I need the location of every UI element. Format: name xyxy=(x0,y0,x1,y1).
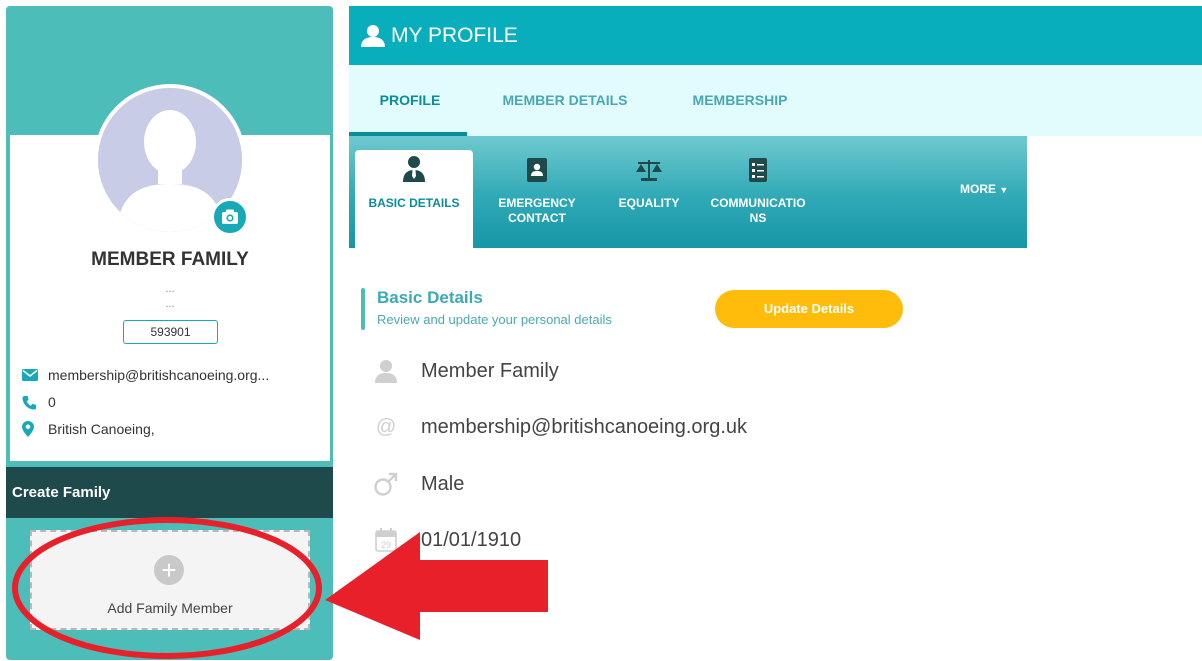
contact-address: British Canoeing, xyxy=(48,421,155,437)
contact-address-row: British Canoeing, xyxy=(22,421,155,437)
add-family-member-button[interactable]: + Add Family Member xyxy=(30,530,310,630)
page-header: MY PROFILE xyxy=(349,6,1202,65)
detail-name: Member Family xyxy=(421,359,559,382)
subtab-label: COMMUNICATIO NS xyxy=(710,196,806,225)
detail-organisation: noeing xyxy=(421,584,482,607)
detail-name-row: Member Family xyxy=(371,356,559,386)
caret-down-icon: ▼ xyxy=(999,185,1009,195)
detail-gender-row: Male xyxy=(371,469,464,499)
phone-icon xyxy=(22,395,44,410)
contact-phone-row: 0 xyxy=(22,394,56,410)
tab-profile[interactable]: PROFILE xyxy=(376,65,444,136)
change-photo-button[interactable] xyxy=(211,198,249,236)
checklist-icon xyxy=(699,150,817,182)
address-book-icon xyxy=(479,150,595,182)
detail-subtabs: BASIC DETAILS EMERGENCY CONTACT EQUALITY… xyxy=(349,136,1027,248)
subtab-label: BASIC DETAILS xyxy=(368,196,460,210)
male-symbol-icon xyxy=(371,469,401,499)
subtab-label: EQUALITY xyxy=(618,196,680,210)
subtab-emergency-contact[interactable]: EMERGENCY CONTACT xyxy=(479,150,595,248)
subtab-label: EMERGENCY CONTACT xyxy=(498,196,576,225)
tab-member-details[interactable]: MEMBER DETAILS xyxy=(495,65,635,136)
detail-dob: 01/01/1910 xyxy=(421,528,522,551)
user-icon xyxy=(371,356,401,386)
contact-email: membership@britishcanoeing.org... xyxy=(48,367,270,383)
section-title: Basic Details xyxy=(377,288,483,307)
detail-email-row: @ membership@britishcanoeing.org.uk xyxy=(371,412,747,442)
balance-scale-icon xyxy=(611,150,687,182)
user-tie-icon xyxy=(355,150,473,182)
add-family-member-label: Add Family Member xyxy=(107,600,233,616)
detail-gender: Male xyxy=(421,472,465,495)
main-content: MY PROFILE PROFILE MEMBER DETAILS MEMBER… xyxy=(349,6,1202,661)
subtab-communications[interactable]: COMMUNICATIO NS xyxy=(699,150,817,248)
calendar-icon: 29 xyxy=(371,525,401,555)
map-marker-icon xyxy=(22,421,44,437)
member-name: MEMBER FAMILY xyxy=(91,249,249,270)
subtab-equality[interactable]: EQUALITY xyxy=(611,150,687,248)
page-title: MY PROFILE xyxy=(391,23,518,47)
detail-dob-row: 29 01/01/1910 xyxy=(371,525,521,555)
section-subtitle: Review and update your personal details xyxy=(377,312,612,327)
tab-membership[interactable]: MEMBERSHIP xyxy=(685,65,795,136)
create-family-header: Create Family xyxy=(6,467,333,518)
detail-organisation-row: noeing xyxy=(371,581,481,611)
at-sign-icon: @ xyxy=(375,415,397,438)
profile-sidebar: MEMBER FAMILY ... ... 593901 membership@… xyxy=(6,6,333,660)
member-id-badge: 593901 xyxy=(123,320,218,344)
envelope-icon xyxy=(22,369,44,381)
calendar-day: 29 xyxy=(381,540,391,550)
contact-phone: 0 xyxy=(48,394,56,410)
member-meta-line-2: ... xyxy=(165,298,175,310)
member-meta-line-1: ... xyxy=(165,283,175,295)
organisation-icon xyxy=(371,581,401,611)
plus-circle-icon: + xyxy=(154,555,184,585)
section-accent xyxy=(361,288,365,330)
page: MEMBER FAMILY ... ... 593901 membership@… xyxy=(0,0,1202,661)
contact-email-row: membership@britishcanoeing.org... xyxy=(22,367,269,383)
camera-icon xyxy=(222,209,238,224)
detail-email: membership@britishcanoeing.org.uk xyxy=(421,415,748,438)
user-icon xyxy=(361,24,385,47)
more-label: MORE xyxy=(960,182,996,196)
subtab-basic-details[interactable]: BASIC DETAILS xyxy=(355,150,473,248)
more-dropdown[interactable]: MORE ▼ xyxy=(960,182,1008,196)
profile-tabs: PROFILE MEMBER DETAILS MEMBERSHIP xyxy=(349,65,1202,136)
update-details-button[interactable]: Update Details xyxy=(715,290,903,328)
